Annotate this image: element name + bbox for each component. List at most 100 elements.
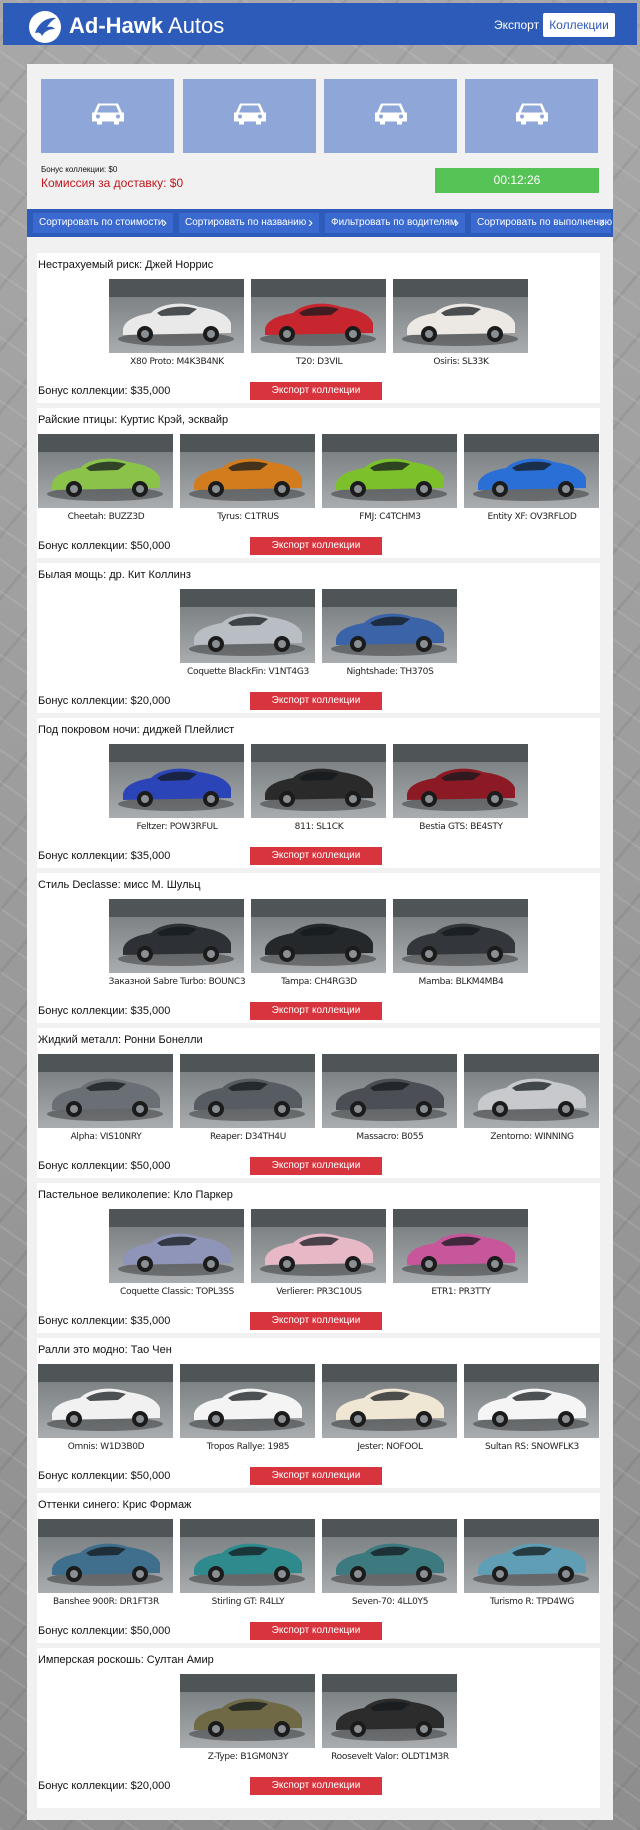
collection-card: Стиль Declasse: мисс М. Шульц Заказной Sa…	[37, 873, 600, 1023]
car-name-label: Заказной Sabre Turbo: BOUNC3	[108, 977, 246, 987]
countdown-timer: 00:12:26	[435, 168, 599, 193]
car-image[interactable]	[38, 434, 173, 508]
car-image[interactable]	[322, 589, 457, 663]
collection-title: Жидкий металл: Ронни Бонелли	[38, 1034, 203, 1046]
car-name-label: Sultan RS: SNOWFLK3	[485, 1442, 579, 1452]
car-image[interactable]	[393, 279, 528, 353]
collection-bonus: Бонус коллекции: $50,000	[38, 1160, 171, 1172]
car-name-label: Massacro: B055	[356, 1132, 424, 1142]
collection-card: Нестрахуемый риск: Джей Норрис X80 Proto:…	[37, 253, 600, 403]
car-image[interactable]	[464, 1364, 599, 1438]
export-collection-button[interactable]: Экспорт коллекции	[250, 382, 382, 400]
car-image[interactable]	[322, 434, 457, 508]
car-image[interactable]	[38, 1519, 173, 1593]
collection-title: Райские птицы: Куртис Крэй, эсквайр	[38, 414, 229, 426]
collection-card: Былая мощь: др. Кит Коллинз Coquette Blac…	[37, 563, 600, 713]
car-image[interactable]	[109, 899, 244, 973]
car-image[interactable]	[464, 1519, 599, 1593]
collection-card: Ралли это модно: Тао Чен Omnis: W1D3B0D Tr…	[37, 1338, 600, 1488]
chevron-right-icon: ›	[308, 214, 313, 231]
car-name-label: Reaper: D34TH4U	[209, 1132, 287, 1142]
collection-slot[interactable]	[41, 79, 174, 153]
export-collection-button[interactable]: Экспорт коллекции	[250, 1312, 382, 1330]
car-image[interactable]	[322, 1519, 457, 1593]
delivery-fee: Комиссия за доставку: $0	[41, 176, 184, 190]
brand-bold: Ad-Hawk	[69, 13, 164, 38]
car-image[interactable]	[180, 434, 315, 508]
export-collection-button[interactable]: Экспорт коллекции	[250, 692, 382, 710]
car-name-label: Tyrus: C1TRUS	[217, 512, 279, 522]
collection-slot[interactable]	[465, 79, 598, 153]
export-collection-button[interactable]: Экспорт коллекции	[250, 537, 382, 555]
export-collection-button[interactable]: Экспорт коллекции	[250, 1467, 382, 1485]
car-image[interactable]	[180, 1519, 315, 1593]
brand-light: Autos	[163, 13, 225, 38]
export-collection-button[interactable]: Экспорт коллекции	[250, 1622, 382, 1640]
car-name-label: Cheetah: BUZZ3D	[67, 512, 145, 522]
car-name-label: Bestia GTS: BE4STY	[419, 822, 503, 832]
top-navigation-bar: Ad-Hawk Autos Экспорт Коллекции	[3, 3, 637, 45]
export-link[interactable]: Экспорт	[494, 18, 539, 32]
export-collection-button[interactable]: Экспорт коллекции	[250, 1777, 382, 1795]
car-image[interactable]	[393, 1209, 528, 1283]
car-image[interactable]	[109, 279, 244, 353]
collection-title: Стиль Declasse: мисс М. Шульц	[38, 879, 201, 891]
car-image[interactable]	[180, 589, 315, 663]
car-image[interactable]	[464, 434, 599, 508]
car-name-label: Feltzer: POW3RFUL	[136, 822, 218, 832]
collection-slot[interactable]	[324, 79, 457, 153]
sort-button[interactable]: Сортировать по выполнению ›	[471, 213, 613, 233]
car-name-label: Turismo R: TPD4WG	[489, 1597, 575, 1607]
car-name-label: ETR1: PR3TTY	[431, 1287, 491, 1297]
collection-bonus: Бонус коллекции: $50,000	[38, 540, 171, 552]
car-name-label: Verlierer: PR3C10US	[276, 1287, 362, 1297]
car-icon	[230, 101, 270, 132]
sort-button-label: Сортировать по выполнению	[477, 217, 613, 228]
collection-bonus: Бонус коллекции: $35,000	[38, 385, 171, 397]
export-collection-button[interactable]: Экспорт коллекции	[250, 1002, 382, 1020]
car-image[interactable]	[109, 1209, 244, 1283]
collection-card: Оттенки синего: Крис Формаж Banshee 900R:…	[37, 1493, 600, 1643]
collection-slot[interactable]	[183, 79, 316, 153]
collection-bonus: Бонус коллекции: $35,000	[38, 1315, 171, 1327]
sort-button[interactable]: Сортировать по названию ›	[179, 213, 319, 233]
car-image[interactable]	[464, 1054, 599, 1128]
brand-title: Ad-Hawk Autos	[69, 13, 224, 39]
car-image[interactable]	[38, 1364, 173, 1438]
car-name-label: Jester: NOFOOL	[357, 1442, 423, 1452]
car-image[interactable]	[180, 1364, 315, 1438]
car-image[interactable]	[393, 899, 528, 973]
car-image[interactable]	[322, 1054, 457, 1128]
collection-card: Имперская роскошь: Султан Амир Z-Type: B1…	[37, 1648, 600, 1808]
collection-bonus-total: Бонус коллекции: $0	[41, 165, 118, 174]
car-image[interactable]	[251, 744, 386, 818]
sort-button-label: Фильтровать по водителям	[331, 217, 457, 228]
car-image[interactable]	[251, 1209, 386, 1283]
collection-card: Пастельное великолепие: Кло Паркер Coquet…	[37, 1183, 600, 1333]
car-image[interactable]	[38, 1054, 173, 1128]
car-image[interactable]	[180, 1054, 315, 1128]
car-image[interactable]	[251, 899, 386, 973]
collection-bonus: Бонус коллекции: $50,000	[38, 1625, 171, 1637]
collection-bonus: Бонус коллекции: $20,000	[38, 1780, 171, 1792]
sort-button[interactable]: Сортировать по стоимости ›	[33, 213, 173, 233]
sort-button-label: Сортировать по стоимости	[39, 217, 164, 228]
car-name-label: Omnis: W1D3B0D	[67, 1442, 145, 1452]
export-collection-button[interactable]: Экспорт коллекции	[250, 847, 382, 865]
car-image[interactable]	[322, 1364, 457, 1438]
collection-card: Райские птицы: Куртис Крэй, эсквайр Cheet…	[37, 408, 600, 558]
collections-button[interactable]: Коллекции	[543, 13, 615, 37]
sort-button[interactable]: Фильтровать по водителям ›	[325, 213, 465, 233]
car-image[interactable]	[251, 279, 386, 353]
car-image[interactable]	[322, 1674, 457, 1748]
car-image[interactable]	[109, 744, 244, 818]
car-name-label: Tropos Rallye: 1985	[206, 1442, 290, 1452]
car-name-label: Z-Type: B1GM0N3Y	[207, 1752, 289, 1762]
car-image[interactable]	[180, 1674, 315, 1748]
collection-bonus: Бонус коллекции: $35,000	[38, 1005, 171, 1017]
export-collection-button[interactable]: Экспорт коллекции	[250, 1157, 382, 1175]
car-image[interactable]	[393, 744, 528, 818]
car-icon	[88, 101, 128, 132]
hawk-logo-icon	[29, 11, 61, 43]
car-name-label: Osiris: SL33K	[433, 357, 489, 367]
